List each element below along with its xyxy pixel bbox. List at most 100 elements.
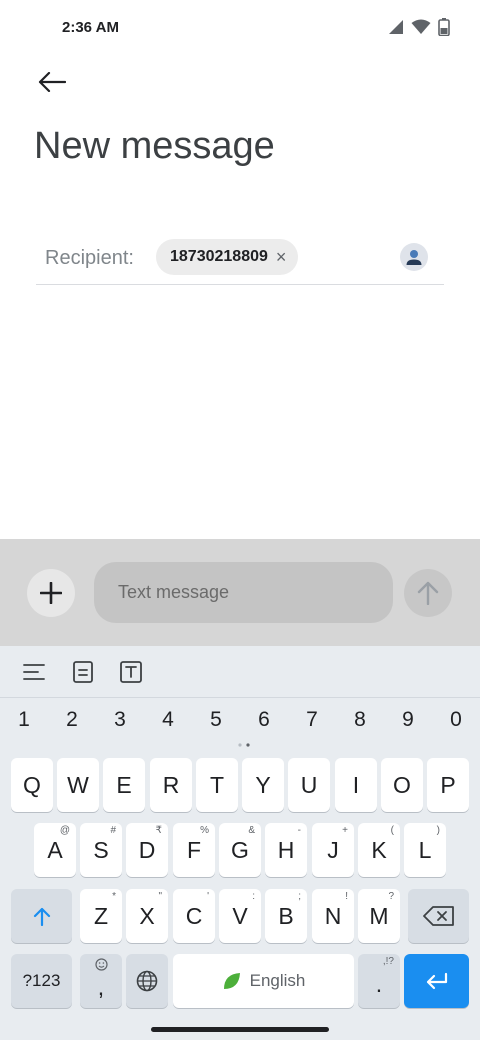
- key-5[interactable]: 5: [201, 708, 231, 732]
- key-label: A: [47, 836, 63, 863]
- status-icons: [388, 18, 450, 36]
- key-hint: +: [342, 825, 348, 836]
- text-style-tool[interactable]: [117, 658, 145, 686]
- key-r[interactable]: R: [150, 758, 192, 812]
- space-key-label: English: [249, 971, 306, 990]
- key-q[interactable]: Q: [11, 758, 53, 812]
- key-1[interactable]: 1: [9, 708, 39, 732]
- text-lines-icon: [23, 664, 45, 680]
- key-g[interactable]: & G: [219, 823, 261, 877]
- key-7[interactable]: 7: [297, 708, 327, 732]
- key-s[interactable]: # S: [80, 823, 122, 877]
- symbols-key[interactable]: ?123: [11, 954, 72, 1008]
- key-2[interactable]: 2: [57, 708, 87, 732]
- arrow-left-icon: [38, 72, 66, 92]
- key-9[interactable]: 9: [393, 708, 423, 732]
- recipient-chip-number: 18730218809: [170, 248, 268, 265]
- key-hint: ": [158, 891, 162, 902]
- key-h[interactable]: -H: [265, 823, 307, 877]
- key-hint: ': [207, 891, 209, 902]
- clipboard-icon: [73, 661, 93, 683]
- page-title: New message: [34, 125, 275, 167]
- comma-key[interactable]: ,: [80, 954, 122, 1008]
- clipboard-tool[interactable]: [69, 658, 97, 686]
- arrow-up-icon: [417, 581, 439, 605]
- key-8[interactable]: 8: [345, 708, 375, 732]
- key-a[interactable]: @ A: [34, 823, 76, 877]
- enter-icon: [426, 972, 447, 990]
- status-time: 2:36 AM: [62, 19, 119, 36]
- key-4[interactable]: 4: [153, 708, 183, 732]
- compose-bar: [0, 539, 480, 646]
- text-align-tool[interactable]: [20, 658, 48, 686]
- recipient-label: Recipient:: [45, 247, 134, 269]
- key-hint: (: [390, 825, 394, 836]
- key-b[interactable]: ; B: [265, 889, 307, 943]
- back-button[interactable]: [32, 62, 72, 102]
- chip-remove-icon[interactable]: ×: [276, 248, 287, 266]
- key-o[interactable]: O: [381, 758, 423, 812]
- key-c[interactable]: ' C: [173, 889, 215, 943]
- keyboard: 1 2 3 4 5 6 7 8 9 0 Q W E R T Y U I O P …: [0, 646, 480, 1040]
- key-label: O: [393, 771, 411, 798]
- key-w[interactable]: W: [57, 758, 99, 812]
- period-key-label: .: [375, 970, 383, 997]
- key-j[interactable]: + J: [312, 823, 354, 877]
- text-message-input[interactable]: [94, 562, 393, 623]
- key-hint: *: [112, 891, 116, 902]
- key-hint: &: [248, 825, 255, 836]
- attach-button[interactable]: [27, 569, 75, 617]
- send-button[interactable]: [404, 569, 452, 617]
- key-label: Z: [93, 902, 109, 929]
- key-3[interactable]: 3: [105, 708, 135, 732]
- key-label: K: [371, 836, 387, 863]
- emoji-icon: [95, 958, 108, 971]
- space-key[interactable]: English: [173, 954, 354, 1008]
- key-0[interactable]: 0: [441, 708, 471, 732]
- recipient-field[interactable]: Recipient: 18730218809 ×: [36, 236, 444, 285]
- battery-icon: [438, 18, 450, 36]
- key-label: W: [67, 771, 89, 798]
- key-p[interactable]: P: [427, 758, 469, 812]
- key-label: N: [324, 902, 342, 929]
- shift-key[interactable]: [11, 889, 72, 943]
- plus-icon: [40, 582, 62, 604]
- key-label: J: [327, 836, 339, 863]
- recipient-chip[interactable]: 18730218809 ×: [156, 239, 299, 275]
- key-t[interactable]: T: [196, 758, 238, 812]
- key-v[interactable]: :V: [219, 889, 261, 943]
- key-label: Y: [255, 771, 271, 798]
- status-bar: 2:36 AM: [0, 0, 480, 56]
- key-m[interactable]: ? M: [358, 889, 400, 943]
- key-x[interactable]: " X: [126, 889, 168, 943]
- keyboard-toolbar: [0, 646, 480, 698]
- key-hint: @: [59, 825, 70, 836]
- backspace-key[interactable]: [408, 889, 469, 943]
- key-label: C: [185, 902, 203, 929]
- language-key[interactable]: [126, 954, 168, 1008]
- page-indicator: [238, 743, 250, 747]
- gesture-nav-handle[interactable]: [151, 1027, 329, 1032]
- key-6[interactable]: 6: [249, 708, 279, 732]
- period-key[interactable]: ,!? .: [358, 954, 400, 1008]
- key-label: X: [139, 902, 155, 929]
- key-z[interactable]: * Z: [80, 889, 122, 943]
- key-label: L: [418, 836, 432, 863]
- key-d[interactable]: ₹ D: [126, 823, 168, 877]
- key-e[interactable]: E: [103, 758, 145, 812]
- key-hint: -: [297, 825, 301, 836]
- key-f[interactable]: % F: [173, 823, 215, 877]
- key-label: H: [277, 836, 295, 863]
- key-n[interactable]: ! N: [312, 889, 354, 943]
- key-u[interactable]: U: [288, 758, 330, 812]
- enter-key[interactable]: [404, 954, 469, 1008]
- key-k[interactable]: (K: [358, 823, 400, 877]
- key-hint: ₹: [155, 825, 162, 836]
- key-l[interactable]: ) L: [404, 823, 446, 877]
- key-i[interactable]: I: [335, 758, 377, 812]
- comma-key-label: ,: [97, 973, 105, 1000]
- key-y[interactable]: Y: [242, 758, 284, 812]
- contact-picker-button[interactable]: [400, 243, 428, 271]
- cellular-signal-icon: [389, 20, 403, 34]
- key-label: T: [209, 771, 225, 798]
